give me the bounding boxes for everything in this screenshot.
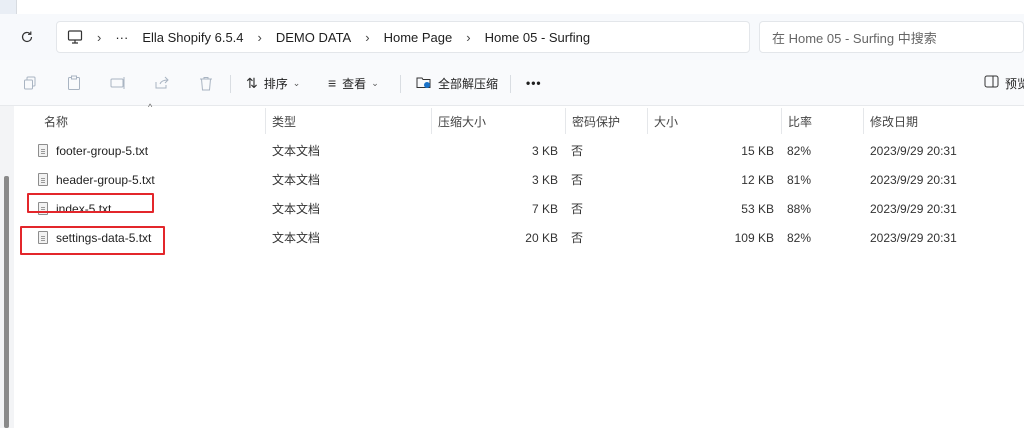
window-tab[interactable] <box>16 0 1024 14</box>
column-header-name[interactable]: 名称 <box>38 108 266 134</box>
packed-size: 20 KB <box>525 230 558 245</box>
file-type: 文本文档 <box>272 144 321 158</box>
compression-ratio: 82% <box>787 230 812 245</box>
paste-icon[interactable] <box>64 73 84 93</box>
copy-icon[interactable] <box>20 73 40 93</box>
compression-ratio: 81% <box>787 172 812 187</box>
chevron-down-icon: ⌄ <box>371 77 379 88</box>
rename-icon[interactable] <box>108 73 128 93</box>
command-bar: ⇅ 排序 ⌄ ≡ 查看 ⌄ 全部解压缩 ••• 预览 <box>0 60 1024 106</box>
compression-ratio: 82% <box>787 143 812 158</box>
breadcrumb-item[interactable]: DEMO DATA <box>276 30 351 45</box>
packed-size: 3 KB <box>531 172 558 187</box>
view-button[interactable]: ≡ 查看 ⌄ <box>328 70 379 96</box>
text-file-icon <box>38 144 48 157</box>
file-name-cell[interactable]: footer-group-5.txt <box>38 136 266 165</box>
preview-label: 预览 <box>1005 76 1024 91</box>
sort-icon: ⇅ <box>246 74 258 91</box>
column-header-type[interactable]: 类型 <box>266 108 432 134</box>
breadcrumb-item[interactable]: Home 05 - Surfing <box>485 30 591 45</box>
address-bar[interactable]: › ··· Ella Shopify 6.5.4 › DEMO DATA › H… <box>56 21 750 53</box>
title-strip <box>0 0 1024 14</box>
toolbar-divider <box>230 75 231 93</box>
modified-date: 2023/9/29 20:31 <box>870 201 957 216</box>
modified-date: 2023/9/29 20:31 <box>870 172 957 187</box>
table-row[interactable]: header-group-5.txt 文本文档 3 KB 否 12 KB 81% 2023/… <box>14 165 1024 194</box>
chevron-right-icon[interactable]: › <box>365 30 369 45</box>
modified-date: 2023/9/29 20:31 <box>870 143 957 158</box>
chevron-right-icon[interactable]: › <box>466 30 470 45</box>
column-header-modified[interactable]: 修改日期 <box>864 108 1024 134</box>
file-type: 文本文档 <box>272 231 321 245</box>
navigation-pane <box>0 106 14 428</box>
preview-pane-icon <box>984 75 999 91</box>
file-name-cell[interactable]: header-group-5.txt <box>38 165 266 194</box>
more-options-button[interactable]: ••• <box>526 70 542 96</box>
breadcrumb-item[interactable]: Home Page <box>384 30 453 45</box>
delete-icon[interactable] <box>196 73 216 93</box>
file-size: 109 KB <box>734 230 774 245</box>
breadcrumb-item[interactable]: Ella Shopify 6.5.4 <box>142 30 243 45</box>
password-protected: 否 <box>571 202 584 216</box>
compression-ratio: 88% <box>787 201 812 216</box>
column-header-password[interactable]: 密码保护 <box>566 108 648 134</box>
column-header-packed-size[interactable]: 压缩大小 <box>432 108 566 134</box>
toolbar-divider <box>400 75 401 93</box>
sort-label: 排序 <box>263 76 288 91</box>
file-type: 文本文档 <box>272 202 321 216</box>
sort-button[interactable]: ⇅ 排序 ⌄ <box>246 70 300 96</box>
highlight-box <box>27 193 154 213</box>
file-size: 12 KB <box>741 172 774 187</box>
password-protected: 否 <box>571 173 584 187</box>
column-header-ratio[interactable]: 比率 <box>782 108 864 134</box>
file-name: header-group-5.txt <box>56 172 155 187</box>
search-input[interactable]: 在 Home 05 - Surfing 中搜索 <box>759 21 1024 53</box>
table-row[interactable]: index-5.txt 文本文档 7 KB 否 53 KB 88% 2023/9/29 20… <box>14 194 1024 223</box>
extract-all-label: 全部解压缩 <box>438 76 499 91</box>
preview-pane-button[interactable]: 预览 <box>984 70 1024 96</box>
password-protected: 否 <box>571 144 584 158</box>
password-protected: 否 <box>571 231 584 245</box>
file-size: 53 KB <box>741 201 774 216</box>
highlight-box <box>20 226 165 255</box>
packed-size: 7 KB <box>531 201 558 216</box>
view-icon: ≡ <box>328 75 337 91</box>
extract-all-button[interactable]: 全部解压缩 <box>416 70 498 96</box>
scrollbar-thumb[interactable] <box>4 176 9 428</box>
refresh-icon[interactable] <box>16 26 38 48</box>
share-icon[interactable] <box>152 73 172 93</box>
toolbar-divider <box>510 75 511 93</box>
file-size: 15 KB <box>741 143 774 158</box>
chevron-right-icon[interactable]: › <box>97 30 101 45</box>
extract-folder-icon <box>416 75 432 92</box>
packed-size: 3 KB <box>531 143 558 158</box>
file-type: 文本文档 <box>272 173 321 187</box>
table-row[interactable]: settings-data-5.txt 文本文档 20 KB 否 109 KB 82% 20… <box>14 223 1024 252</box>
chevron-down-icon: ⌄ <box>292 77 301 88</box>
modified-date: 2023/9/29 20:31 <box>870 230 957 245</box>
file-name: footer-group-5.txt <box>56 143 149 158</box>
column-header-size[interactable]: 大小 <box>648 108 782 134</box>
text-file-icon <box>38 173 48 186</box>
table-row[interactable]: footer-group-5.txt 文本文档 3 KB 否 15 KB 82% 2023/… <box>14 136 1024 165</box>
computer-icon <box>67 30 83 44</box>
navigation-bar: › ··· Ella Shopify 6.5.4 › DEMO DATA › H… <box>0 14 1024 60</box>
chevron-right-icon[interactable]: › <box>258 30 262 45</box>
column-header-row: 名称 类型 压缩大小 密码保护 大小 比率 修改日期 <box>14 108 1024 134</box>
view-label: 查看 <box>342 76 367 91</box>
breadcrumb-overflow[interactable]: ··· <box>115 30 128 45</box>
